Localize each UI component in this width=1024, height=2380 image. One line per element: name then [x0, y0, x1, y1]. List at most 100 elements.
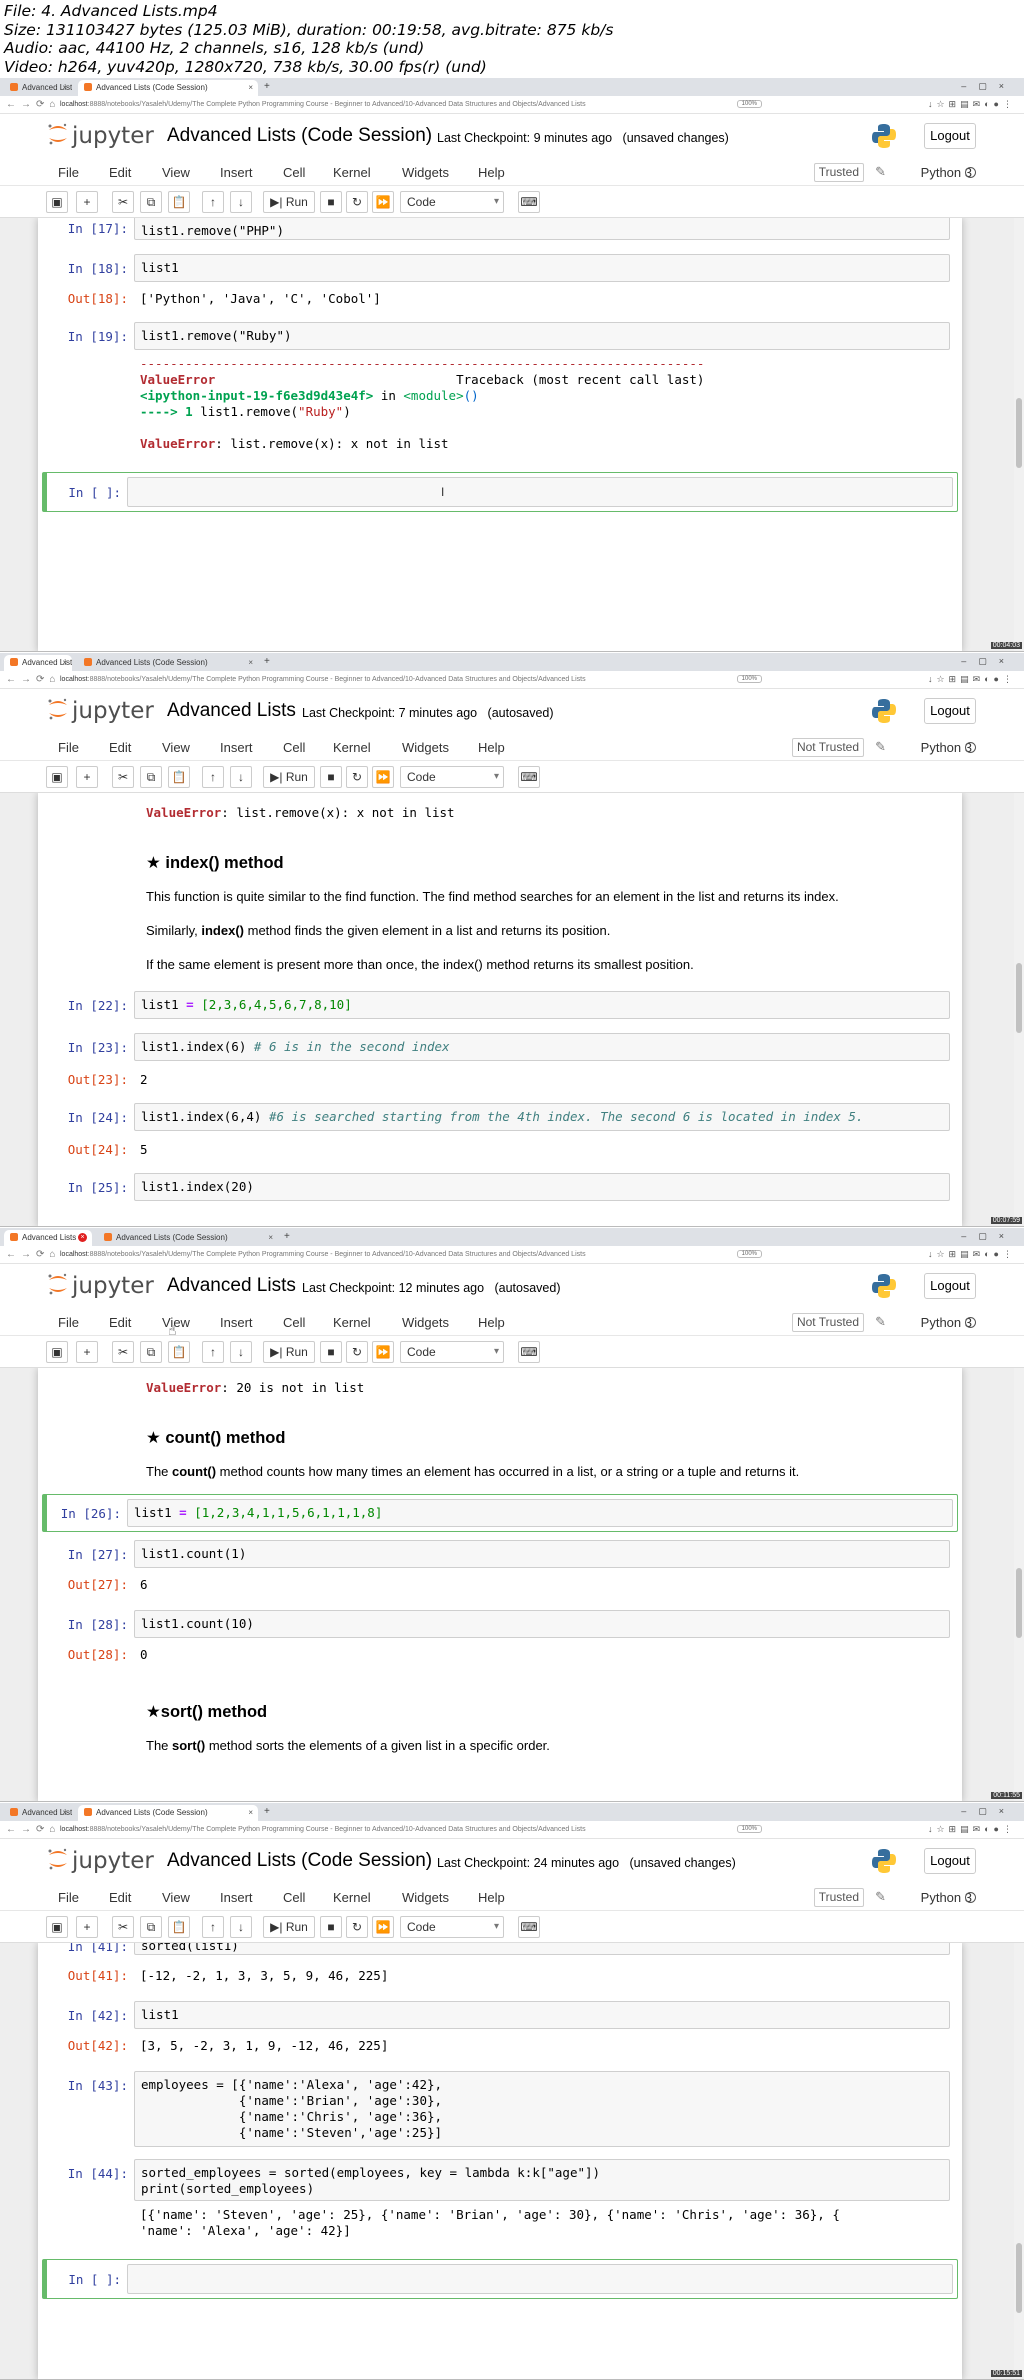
trusted-badge[interactable]: Trusted	[813, 163, 864, 182]
scrollbar[interactable]	[1014, 1943, 1024, 2379]
menu-edit[interactable]: Edit	[109, 1315, 131, 1330]
move-down-icon[interactable]: ↓	[230, 1916, 252, 1938]
code-cell-42[interactable]: In [42]: list1	[50, 2001, 950, 2029]
move-down-icon[interactable]: ↓	[230, 1341, 252, 1363]
trusted-badge[interactable]: Trusted	[813, 1888, 864, 1907]
menu-insert[interactable]: Insert	[220, 1315, 253, 1330]
code-cell-24[interactable]: In [24]: list1.index(6,4) #6 is searched…	[50, 1103, 950, 1131]
window-controls[interactable]: –▢×	[961, 656, 1016, 667]
cell-input[interactable]: list1.remove("PHP")	[134, 218, 950, 240]
menu-edit[interactable]: Edit	[109, 740, 131, 755]
restart-run-all-icon[interactable]: ⏩	[372, 1916, 394, 1938]
menu-file[interactable]: File	[58, 740, 79, 755]
new-tab-icon[interactable]: +	[264, 1806, 270, 1817]
move-up-icon[interactable]: ↑	[202, 1341, 224, 1363]
jupyter-logo-icon[interactable]	[46, 1847, 70, 1871]
notebook-title[interactable]: Advanced Lists (Code Session)	[167, 1850, 432, 1872]
cell-type-select[interactable]: Code	[400, 1341, 504, 1363]
nav-buttons[interactable]: ←→⟳⌂	[6, 1249, 60, 1260]
cell-input[interactable]: sorted(list1)	[134, 1943, 950, 1955]
menu-kernel[interactable]: Kernel	[333, 1890, 371, 1905]
notebook-content[interactable]: In [17]: list1.remove("PHP") In [18]: li…	[0, 218, 1024, 651]
paste-icon[interactable]: 📋	[168, 191, 190, 213]
menu-cell[interactable]: Cell	[283, 165, 305, 180]
zoom-badge[interactable]: 100%	[736, 100, 762, 108]
stop-icon[interactable]: ■	[320, 1341, 342, 1363]
browser-tab-active[interactable]: Advanced Lists (Code Session) ×	[78, 80, 258, 96]
insert-cell-icon[interactable]: +	[76, 1341, 98, 1363]
restart-run-all-icon[interactable]: ⏩	[372, 1341, 394, 1363]
new-tab-icon[interactable]: +	[264, 656, 270, 667]
insert-cell-icon[interactable]: +	[76, 766, 98, 788]
cell-input[interactable]: list1.index(20)	[134, 1173, 950, 1201]
code-cell-22[interactable]: In [22]: list1 = [2,3,6,4,5,6,7,8,10]	[50, 991, 950, 1019]
menu-help[interactable]: Help	[478, 740, 505, 755]
zoom-badge[interactable]: 100%	[736, 1250, 762, 1258]
move-down-icon[interactable]: ↓	[230, 191, 252, 213]
logout-button[interactable]: Logout	[924, 1273, 976, 1299]
insert-cell-icon[interactable]: +	[76, 1916, 98, 1938]
menu-widgets[interactable]: Widgets	[402, 740, 449, 755]
save-icon[interactable]: ▣	[46, 191, 68, 213]
cut-icon[interactable]: ✂	[112, 1341, 134, 1363]
cut-icon[interactable]: ✂	[112, 191, 134, 213]
browser-tab-active[interactable]: Advanced Lists ×	[4, 655, 72, 671]
run-button[interactable]: ▶| Run	[263, 1916, 315, 1938]
move-down-icon[interactable]: ↓	[230, 766, 252, 788]
cell-input[interactable]: employees = [{'name':'Alexa', 'age':42},…	[134, 2071, 950, 2147]
run-button[interactable]: ▶| Run	[263, 191, 315, 213]
logout-button[interactable]: Logout	[924, 698, 976, 724]
url-text[interactable]: localhost:8888/notebooks/Yasaleh/Udemy/T…	[60, 99, 724, 111]
cut-icon[interactable]: ✂	[112, 766, 134, 788]
menu-file[interactable]: File	[58, 1315, 79, 1330]
code-cell-41[interactable]: In [41]: sorted(list1)	[50, 1943, 950, 1957]
cell-input[interactable]: list1 = [1,2,3,4,1,1,5,6,1,1,1,8]	[127, 1499, 953, 1527]
cell-input[interactable]: list1.count(10)	[134, 1610, 950, 1638]
nav-buttons[interactable]: ←→⟳⌂	[6, 99, 60, 110]
zoom-badge[interactable]: 100%	[736, 675, 762, 683]
cell-input[interactable]: list1.index(6,4) #6 is searched starting…	[134, 1103, 950, 1131]
scrollbar[interactable]	[1014, 1368, 1024, 1801]
copy-icon[interactable]: ⧉	[140, 1916, 162, 1938]
menu-insert[interactable]: Insert	[220, 740, 253, 755]
code-cell-27[interactable]: In [27]: list1.count(1)	[50, 1540, 950, 1568]
cell-input[interactable]: list1	[134, 2001, 950, 2029]
scrollbar[interactable]	[1014, 218, 1024, 651]
menu-cell[interactable]: Cell	[283, 1315, 305, 1330]
browser-tab[interactable]: Advanced Lists ×	[4, 1805, 72, 1821]
selected-empty-cell[interactable]: In [ ]: I	[42, 472, 958, 512]
menu-view[interactable]: View	[162, 740, 190, 755]
copy-icon[interactable]: ⧉	[140, 191, 162, 213]
cell-type-select[interactable]: Code	[400, 1916, 504, 1938]
notebook-content[interactable]: ValueError: 20 is not in list ★ count() …	[0, 1368, 1024, 1801]
restart-run-all-icon[interactable]: ⏩	[372, 191, 394, 213]
stop-icon[interactable]: ■	[320, 191, 342, 213]
browser-tab[interactable]: Advanced Lists (Code Session) ×	[98, 1230, 278, 1246]
new-tab-icon[interactable]: +	[264, 81, 270, 92]
logout-button[interactable]: Logout	[924, 1848, 976, 1874]
save-icon[interactable]: ▣	[46, 1341, 68, 1363]
cell-input[interactable]: list1.remove("Ruby")	[134, 322, 950, 350]
notebook-content[interactable]: ValueError: list.remove(x): x not in lis…	[0, 793, 1024, 1226]
jupyter-wordmark[interactable]: jupyter	[72, 123, 154, 149]
window-controls[interactable]: –▢×	[961, 1231, 1016, 1242]
extension-icons[interactable]: ↓☆⊞▤✉◐●⋮	[928, 674, 1016, 685]
move-up-icon[interactable]: ↑	[202, 766, 224, 788]
notebook-title[interactable]: Advanced Lists (Code Session)	[167, 125, 432, 147]
url-text[interactable]: localhost:8888/notebooks/Yasaleh/Udemy/T…	[60, 674, 724, 686]
menu-cell[interactable]: Cell	[283, 1890, 305, 1905]
keyboard-icon[interactable]: ⌨	[518, 1341, 540, 1363]
code-cell-28[interactable]: In [28]: list1.count(10)	[50, 1610, 950, 1638]
window-controls[interactable]: –▢×	[961, 1806, 1016, 1817]
move-up-icon[interactable]: ↑	[202, 1916, 224, 1938]
cell-type-select[interactable]: Code	[400, 191, 504, 213]
menu-file[interactable]: File	[58, 1890, 79, 1905]
edit-pencil-icon[interactable]: ✎	[875, 1314, 886, 1330]
browser-tab-active[interactable]: Advanced Lists ×	[4, 1230, 92, 1246]
nav-buttons[interactable]: ←→⟳⌂	[6, 1824, 60, 1835]
menu-file[interactable]: File	[58, 165, 79, 180]
code-cell-17[interactable]: In [17]: list1.remove("PHP")	[50, 218, 950, 240]
paste-icon[interactable]: 📋	[168, 1341, 190, 1363]
keyboard-icon[interactable]: ⌨	[518, 1916, 540, 1938]
cell-input[interactable]: sorted_employees = sorted(employees, key…	[134, 2159, 950, 2201]
